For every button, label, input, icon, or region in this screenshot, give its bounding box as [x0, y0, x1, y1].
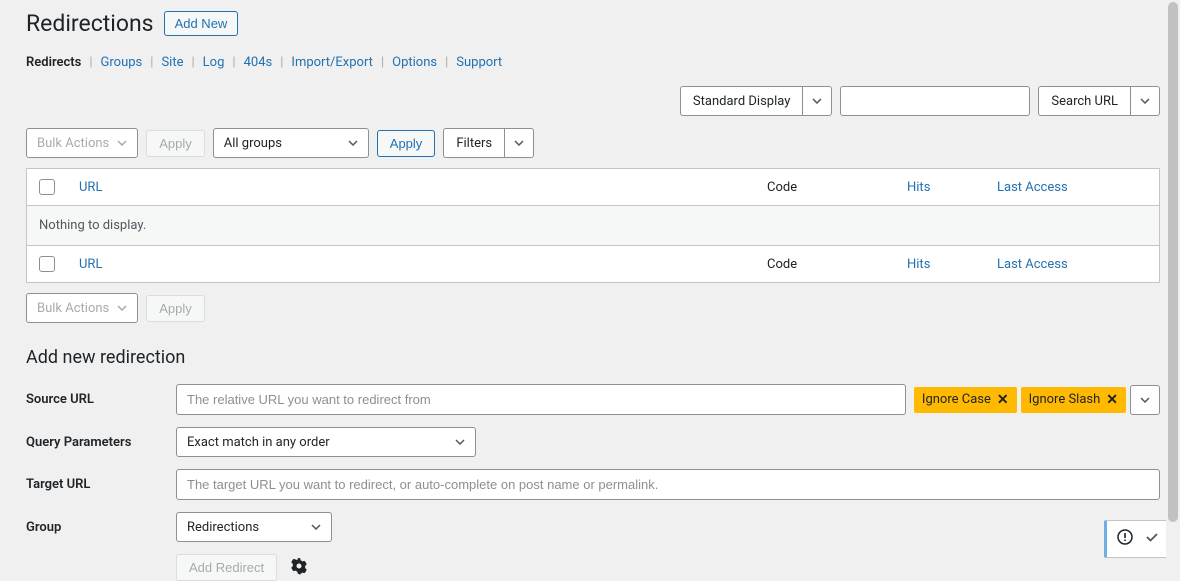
chevron-down-icon [117, 305, 127, 311]
filters-caret[interactable] [504, 128, 534, 158]
source-url-input[interactable] [176, 384, 906, 415]
search-url-select[interactable]: Search URL [1038, 86, 1160, 116]
chevron-down-icon [117, 140, 127, 146]
filters-select[interactable]: Filters [443, 128, 534, 158]
tab-redirects[interactable]: Redirects [26, 55, 81, 70]
col-last-access-footer[interactable]: Last Access [997, 257, 1147, 272]
add-new-section-title: Add new redirection [26, 347, 1160, 368]
chevron-down-icon [348, 140, 358, 146]
check-icon [1145, 530, 1159, 548]
target-url-label: Target URL [26, 477, 176, 492]
tab-groups[interactable]: Groups [101, 55, 143, 70]
chevron-down-icon [812, 98, 822, 104]
display-mode-label: Standard Display [680, 86, 802, 116]
close-icon[interactable]: ✕ [997, 392, 1009, 408]
col-url[interactable]: URL [79, 180, 767, 195]
filter-input[interactable] [840, 86, 1030, 116]
group-select[interactable]: Redirections [176, 512, 332, 542]
add-redirect-button[interactable]: Add Redirect [176, 554, 277, 581]
page-title: Redirections [26, 10, 154, 37]
chevron-down-icon [1140, 98, 1150, 104]
scrollbar[interactable] [1166, 0, 1180, 578]
tab-404s[interactable]: 404s [244, 55, 273, 70]
target-url-input[interactable] [176, 469, 1160, 500]
select-all-checkbox-footer[interactable] [39, 256, 55, 272]
col-hits[interactable]: Hits [907, 180, 997, 195]
tab-nav: Redirects | Groups | Site | Log | 404s |… [26, 55, 1160, 70]
search-url-label: Search URL [1038, 86, 1130, 116]
tab-log[interactable]: Log [203, 55, 225, 70]
groups-filter-label: All groups [224, 136, 282, 151]
query-params-label: Query Parameters [26, 435, 176, 450]
source-url-label: Source URL [26, 392, 176, 407]
chevron-down-icon [1140, 397, 1150, 403]
col-code: Code [767, 180, 907, 195]
col-hits-footer[interactable]: Hits [907, 257, 997, 272]
url-options-dropdown[interactable] [1130, 385, 1160, 415]
apply-filter-button[interactable]: Apply [377, 130, 436, 157]
query-params-select[interactable]: Exact match in any order [176, 427, 476, 457]
bulk-actions-label: Bulk Actions [37, 136, 109, 151]
col-code-footer: Code [767, 257, 907, 272]
chevron-down-icon [514, 140, 524, 146]
tab-import-export[interactable]: Import/Export [291, 55, 373, 70]
redirects-table: URL Code Hits Last Access Nothing to dis… [26, 168, 1160, 283]
display-mode-caret[interactable] [802, 86, 832, 116]
filters-label: Filters [443, 128, 504, 158]
display-mode-select[interactable]: Standard Display [680, 86, 832, 116]
search-url-caret[interactable] [1130, 86, 1160, 116]
empty-row: Nothing to display. [27, 206, 1159, 245]
bulk-actions-select-bottom[interactable]: Bulk Actions [26, 293, 138, 323]
close-icon[interactable]: ✕ [1106, 392, 1118, 408]
groups-filter-select[interactable]: All groups [213, 128, 369, 158]
gear-icon[interactable] [289, 556, 309, 580]
scrollbar-thumb[interactable] [1168, 2, 1178, 522]
bulk-actions-label-bottom: Bulk Actions [37, 301, 109, 316]
alert-icon [1117, 529, 1133, 549]
col-url-footer[interactable]: URL [79, 257, 767, 272]
ignore-slash-tag[interactable]: Ignore Slash ✕ [1021, 387, 1126, 413]
group-label: Group [26, 520, 176, 535]
select-all-checkbox[interactable] [39, 179, 55, 195]
tab-support[interactable]: Support [456, 55, 502, 70]
query-params-value: Exact match in any order [187, 435, 330, 450]
bulk-actions-select[interactable]: Bulk Actions [26, 128, 138, 158]
ignore-case-tag[interactable]: Ignore Case ✕ [914, 387, 1017, 413]
add-new-button[interactable]: Add New [164, 11, 239, 36]
status-badge[interactable] [1104, 520, 1170, 558]
tab-options[interactable]: Options [392, 55, 437, 70]
apply-bulk-button-bottom[interactable]: Apply [146, 295, 205, 322]
apply-bulk-button[interactable]: Apply [146, 130, 205, 157]
tab-site[interactable]: Site [161, 55, 183, 70]
group-value: Redirections [187, 520, 259, 535]
col-last-access[interactable]: Last Access [997, 180, 1147, 195]
chevron-down-icon [311, 524, 321, 530]
chevron-down-icon [455, 439, 465, 445]
